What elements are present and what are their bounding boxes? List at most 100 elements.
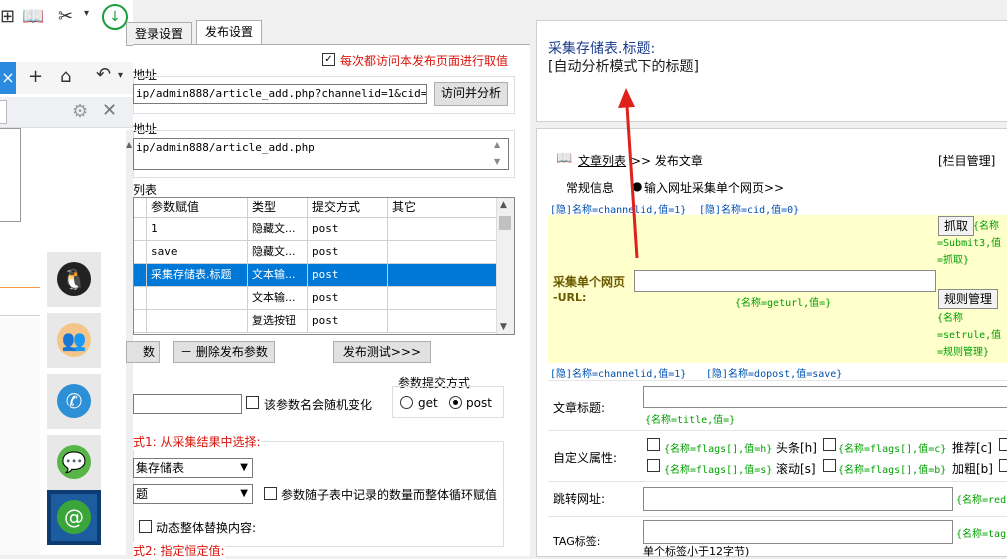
submit-url-input[interactable]: ip/admin888/article_add.php <box>133 138 509 170</box>
grid-cell[interactable]: post <box>308 287 388 310</box>
radio-post-label: post <box>466 396 492 410</box>
sitemap-icon[interactable]: ⌂ <box>60 66 71 87</box>
revisit-checkbox[interactable]: ✓ <box>322 53 335 66</box>
hidden-field-hint: [隐]名称=cid,值=0} <box>699 205 800 216</box>
jump-url-input[interactable] <box>643 487 953 511</box>
publish-test-button[interactable]: 发布测试>>> <box>333 341 431 363</box>
flag-h-checkbox[interactable] <box>647 438 660 451</box>
radio-post[interactable] <box>449 396 462 409</box>
column-manage-link[interactable]: [栏目管理] <box>938 152 995 169</box>
scroll-down-icon[interactable]: ▼ <box>494 157 500 166</box>
close-icon[interactable]: ✕ <box>102 100 117 121</box>
preview-caption-line2: [自动分析模式下的标题] <box>548 59 699 75</box>
grid-cell[interactable]: 隐藏文... <box>248 218 308 241</box>
table-select[interactable]: 集存储表 ▼ <box>133 458 253 478</box>
grid-cell[interactable]: post <box>308 310 388 333</box>
scroll-thumb[interactable] <box>499 216 511 230</box>
grid-header-cell <box>134 198 147 218</box>
contacts-icon: 👥 <box>57 323 91 357</box>
grid-cell[interactable]: 文本输... <box>248 287 308 310</box>
grid-header-type[interactable]: 类型 <box>248 198 308 218</box>
collect-url-input[interactable] <box>634 270 936 292</box>
grid-scrollbar[interactable]: ▲ ▼ <box>496 198 514 334</box>
grid-cell[interactable] <box>388 241 497 264</box>
grid-cell[interactable]: post <box>308 241 388 264</box>
dynamic-replace-label: 动态整体替换内容: <box>156 521 257 535</box>
tag-input[interactable] <box>643 520 953 544</box>
flag-c-checkbox[interactable] <box>823 438 836 451</box>
add-param-button[interactable]: 数 <box>126 341 160 363</box>
tab-login-settings[interactable]: 登录设置 <box>126 22 193 46</box>
new-tab-icon[interactable]: + <box>28 66 43 87</box>
dynamic-replace-checkbox[interactable] <box>139 520 152 533</box>
field-hint: {名称=flags[],值=h} <box>664 444 773 455</box>
grid-cell[interactable] <box>388 287 497 310</box>
grid-cell[interactable]: post <box>308 264 388 287</box>
grid-header-value[interactable]: 参数赋值 <box>147 198 248 218</box>
table-row-selected[interactable] <box>134 264 147 287</box>
textarea-fragment[interactable] <box>0 128 21 222</box>
grid-cell[interactable] <box>388 218 497 241</box>
grid-cell[interactable]: save <box>147 241 248 264</box>
field-hint: {名称=tag <box>956 529 1007 540</box>
qq-button[interactable]: 🐧 <box>47 252 101 307</box>
grid-cell[interactable]: 隐藏文... <box>248 241 308 264</box>
grid-cell[interactable]: post <box>308 218 388 241</box>
title-input[interactable] <box>643 386 1007 408</box>
book-icon[interactable]: 📖 <box>22 6 44 27</box>
grid-cell[interactable]: 复选按钮 <box>248 310 308 333</box>
grid-header-method[interactable]: 提交方式 <box>308 198 388 218</box>
chevron-down-icon[interactable]: ▾ <box>84 8 89 19</box>
grid-cell[interactable]: 采集存储表.标题 <box>147 264 248 287</box>
grid-cell[interactable] <box>147 287 248 310</box>
flag-c-label: 推荐[c] <box>952 441 992 455</box>
download-icon[interactable]: ↓ <box>102 4 128 30</box>
tab-collect-url[interactable]: 输入网址采集单个网页>> <box>644 179 784 196</box>
divider <box>548 430 1007 431</box>
loop-checkbox[interactable] <box>264 487 277 500</box>
chevron-down-icon[interactable]: ▾ <box>118 70 123 81</box>
scroll-up-icon[interactable]: ▲ <box>126 140 132 149</box>
gear-icon[interactable]: ⚙ <box>72 101 88 122</box>
flag-b-checkbox[interactable] <box>823 459 836 472</box>
scissors-icon[interactable]: ✂ <box>58 6 73 27</box>
address-input[interactable] <box>0 100 7 124</box>
scroll-down-icon[interactable]: ▼ <box>500 322 507 332</box>
table-row[interactable] <box>134 241 147 264</box>
email-button[interactable]: @ <box>47 490 101 545</box>
undo-icon[interactable]: ↶ <box>96 64 111 85</box>
phone-button[interactable]: ✆ <box>47 374 101 429</box>
random-name-checkbox[interactable] <box>246 396 259 409</box>
grid-cell[interactable] <box>147 310 248 333</box>
field-hint: {名称=geturl,值=} <box>735 298 832 309</box>
grid-cell[interactable] <box>388 310 497 333</box>
scroll-up-icon[interactable]: ▲ <box>494 140 500 149</box>
collect-url-sublabel: -URL: <box>553 291 587 304</box>
contacts-button[interactable]: 👥 <box>47 313 101 368</box>
delete-param-button[interactable]: － 删除发布参数 <box>173 341 275 363</box>
grid-header-other[interactable]: 其它 <box>388 198 497 218</box>
flag-next-checkbox[interactable] <box>999 459 1007 472</box>
publish-page-url-input[interactable]: ip/admin888/article_add.php?channelid=1&… <box>133 84 427 104</box>
table-row[interactable] <box>134 218 147 241</box>
param-list-label: 列表 <box>133 183 158 197</box>
close-tab-icon[interactable]: × <box>0 62 16 94</box>
rule-manage-button[interactable]: 规则管理 <box>938 289 998 309</box>
visit-analyze-button[interactable]: 访问并分析 <box>434 82 508 106</box>
tab-publish-settings[interactable]: 发布设置 <box>196 20 263 46</box>
scroll-up-icon[interactable]: ▲ <box>500 200 507 210</box>
field-select[interactable]: 题 ▼ <box>133 484 253 504</box>
radio-get[interactable] <box>400 396 413 409</box>
table-row[interactable] <box>134 310 147 333</box>
flag-next-checkbox[interactable] <box>999 438 1007 451</box>
grid-cell[interactable]: 1 <box>147 218 248 241</box>
grid-cell[interactable]: 文本输... <box>248 264 308 287</box>
table-row[interactable] <box>134 287 147 310</box>
param-name-input[interactable] <box>133 394 242 414</box>
custom-attr-label: 自定义属性: <box>553 451 618 465</box>
flag-b-label: 加粗[b] <box>952 462 993 476</box>
wechat-button[interactable]: 💬 <box>47 435 101 490</box>
flag-s-checkbox[interactable] <box>647 459 660 472</box>
grid-icon[interactable]: ⊞ <box>0 6 15 27</box>
grid-cell[interactable] <box>388 264 497 287</box>
